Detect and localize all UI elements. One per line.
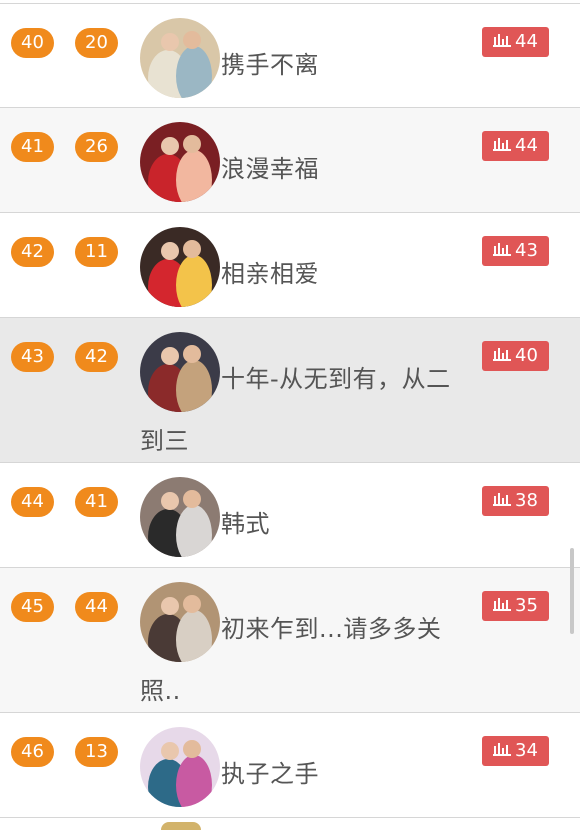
rank-badge: 41 (11, 132, 54, 162)
vote-count-button[interactable]: 44 (482, 27, 549, 57)
next-avatar-partial (161, 822, 201, 830)
vote-count-text: 38 (515, 490, 538, 511)
bar-chart-icon (493, 341, 512, 371)
bar-chart-icon (493, 736, 512, 766)
vote-count-button[interactable]: 34 (482, 736, 549, 766)
bar-chart-icon (493, 27, 512, 57)
entry-title[interactable]: 携手不离 (140, 34, 460, 96)
rank-badge: 40 (11, 28, 54, 58)
entry-title[interactable]: 浪漫幸福 (140, 138, 460, 200)
entry-number-badge: 41 (75, 487, 118, 517)
entry-title[interactable]: 执子之手 (140, 743, 460, 805)
ranking-list: 40 20 携手不离 44 41 26 浪漫幸福 44 42 11 相亲相爱 43 43 42 十年-从无到… (0, 0, 580, 818)
vote-count-text: 40 (515, 345, 538, 366)
list-item[interactable]: 46 13 执子之手 34 (0, 713, 580, 818)
entry-number-badge: 26 (75, 132, 118, 162)
vote-count-button[interactable]: 44 (482, 131, 549, 161)
list-item[interactable]: 44 41 韩式 38 (0, 463, 580, 568)
rank-badge: 45 (11, 592, 54, 622)
list-item[interactable]: 41 26 浪漫幸福 44 (0, 108, 580, 213)
list-item[interactable]: 42 11 相亲相爱 43 (0, 213, 580, 318)
scrollbar[interactable] (570, 548, 574, 634)
vote-count-button[interactable]: 43 (482, 236, 549, 266)
entry-title[interactable]: 十年-从无到有，从二到三 (140, 348, 460, 472)
bar-chart-icon (493, 131, 512, 161)
vote-count-text: 35 (515, 595, 538, 616)
entry-title[interactable]: 韩式 (140, 493, 460, 555)
entry-number-badge: 44 (75, 592, 118, 622)
rank-badge: 46 (11, 737, 54, 767)
vote-count-text: 44 (515, 135, 538, 156)
entry-number-badge: 13 (75, 737, 118, 767)
rank-badge: 42 (11, 237, 54, 267)
list-item[interactable]: 43 42 十年-从无到有，从二到三 40 (0, 318, 580, 463)
vote-count-button[interactable]: 38 (482, 486, 549, 516)
list-item[interactable]: 40 20 携手不离 44 (0, 4, 580, 108)
rank-badge: 43 (11, 342, 54, 372)
rank-badge: 44 (11, 487, 54, 517)
entry-number-badge: 11 (75, 237, 118, 267)
entry-number-badge: 20 (75, 28, 118, 58)
entry-title[interactable]: 初来乍到...请多多关照.. (140, 598, 460, 722)
vote-count-text: 44 (515, 31, 538, 52)
vote-count-text: 43 (515, 240, 538, 261)
bar-chart-icon (493, 236, 512, 266)
vote-count-button[interactable]: 35 (482, 591, 549, 621)
bar-chart-icon (493, 591, 512, 621)
entry-number-badge: 42 (75, 342, 118, 372)
vote-count-text: 34 (515, 740, 538, 761)
vote-count-button[interactable]: 40 (482, 341, 549, 371)
bar-chart-icon (493, 486, 512, 516)
entry-title[interactable]: 相亲相爱 (140, 243, 460, 305)
list-item[interactable]: 45 44 初来乍到...请多多关照.. 35 (0, 568, 580, 713)
